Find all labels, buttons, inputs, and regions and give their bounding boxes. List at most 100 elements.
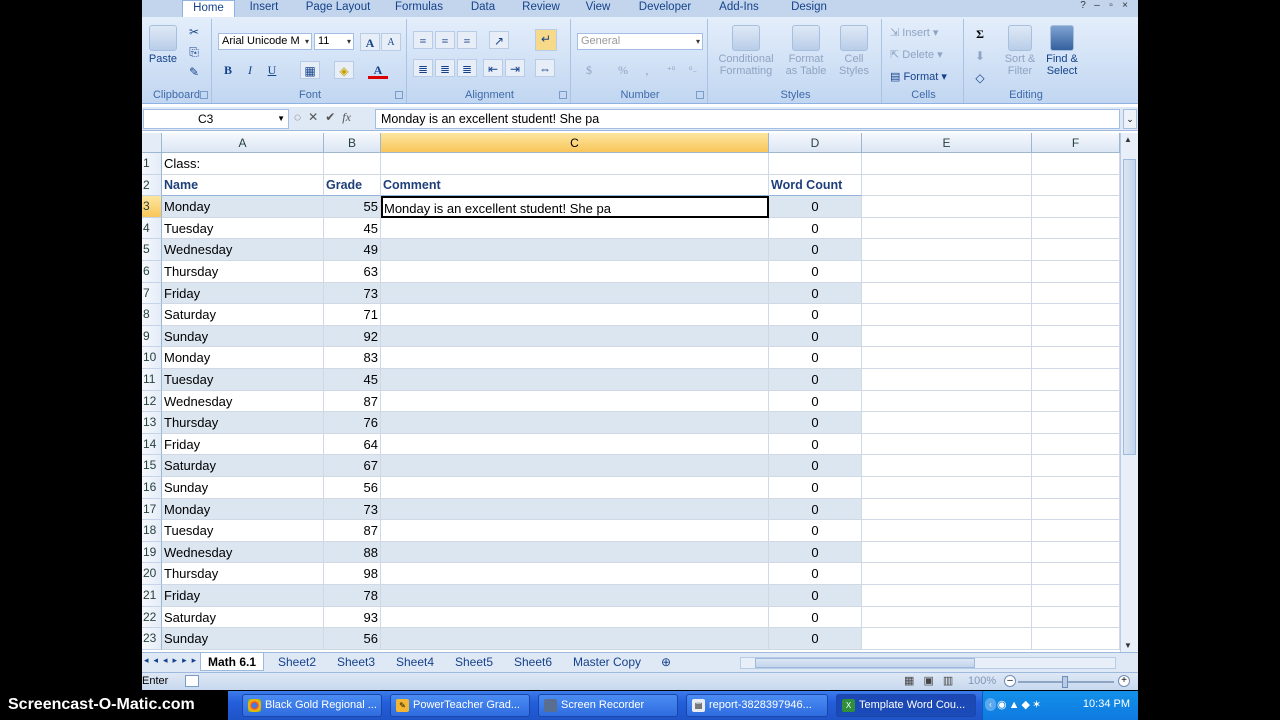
header-word-count[interactable]: Word Count <box>769 174 862 197</box>
cell-name[interactable]: Friday <box>162 282 324 305</box>
column-header-c[interactable]: C <box>381 133 769 153</box>
sheet-tab-sheet3[interactable]: Sheet3 <box>328 653 384 671</box>
row-header[interactable]: 21 <box>142 585 162 607</box>
empty-cell[interactable] <box>862 369 1032 391</box>
cell-f2[interactable] <box>1032 174 1120 197</box>
cell-grade[interactable]: 83 <box>324 347 381 369</box>
cell-comment[interactable] <box>381 498 769 521</box>
empty-cell[interactable] <box>862 477 1032 499</box>
row-header[interactable]: 2 <box>142 174 162 197</box>
cell-comment[interactable] <box>381 239 769 261</box>
cell-comment[interactable] <box>381 606 769 629</box>
fill-color-icon[interactable]: ◈ <box>334 61 354 79</box>
clipboard-launcher[interactable] <box>200 91 208 99</box>
empty-cell[interactable] <box>1032 455 1120 477</box>
font-name-combo[interactable]: Arial Unicode M ▾ <box>218 33 312 50</box>
empty-cell[interactable] <box>1032 412 1120 434</box>
cell-name[interactable]: Friday <box>162 433 324 456</box>
grow-font-button[interactable]: A <box>360 33 380 51</box>
column-header-f[interactable]: F <box>1032 133 1120 153</box>
cell-grade[interactable]: 87 <box>324 390 381 413</box>
tab-insert[interactable]: Insert <box>240 0 288 17</box>
cell-grade[interactable]: 55 <box>324 196 381 218</box>
row-header[interactable]: 4 <box>142 217 162 240</box>
empty-cell[interactable] <box>1032 520 1120 542</box>
sheet-tab-master-copy[interactable]: Master Copy <box>566 653 648 671</box>
italic-button[interactable]: I <box>240 61 260 79</box>
cell-comment[interactable] <box>381 282 769 305</box>
cell-name[interactable]: Saturday <box>162 455 324 477</box>
empty-cell[interactable] <box>1032 261 1120 283</box>
macro-record-icon[interactable] <box>185 675 199 687</box>
empty-cell[interactable] <box>1032 390 1120 413</box>
name-box[interactable]: C3 ▼ <box>143 109 289 129</box>
cell-grade[interactable]: 73 <box>324 498 381 521</box>
insert-sheet-icon[interactable]: ⊕ <box>656 653 676 671</box>
cell-comment[interactable] <box>381 520 769 542</box>
select-all-corner[interactable] <box>142 133 162 153</box>
active-cell[interactable]: Monday is an excellent student! She pa <box>381 196 769 218</box>
function-dropdown-icon[interactable]: ◌ <box>294 110 301 124</box>
cell-count[interactable]: 0 <box>769 433 862 456</box>
column-header-a[interactable]: A <box>162 133 324 153</box>
row-header[interactable]: 18 <box>142 520 162 542</box>
shrink-font-button[interactable]: A <box>381 33 401 51</box>
row-header[interactable]: 11 <box>142 369 162 391</box>
empty-cell[interactable] <box>862 520 1032 542</box>
empty-cell[interactable] <box>862 433 1032 456</box>
empty-cell[interactable] <box>862 217 1032 240</box>
align-right-icon[interactable]: ≣ <box>457 59 477 77</box>
increase-decimal-icon[interactable]: ⁺⁰ <box>661 61 681 79</box>
format-as-table-button[interactable]: Format as Table <box>782 25 830 77</box>
align-top-icon[interactable]: ≡ <box>413 31 433 49</box>
cell-grade[interactable]: 45 <box>324 217 381 240</box>
empty-cell[interactable] <box>1032 369 1120 391</box>
row-header[interactable]: 10 <box>142 347 162 369</box>
cell-comment[interactable] <box>381 217 769 240</box>
cell-a1[interactable]: Class: <box>162 153 324 175</box>
cell-count[interactable]: 0 <box>769 498 862 521</box>
percent-button[interactable]: % <box>613 61 633 79</box>
scroll-down-icon[interactable]: ▼ <box>1124 641 1132 650</box>
find-select-button[interactable]: Find & Select <box>1042 25 1082 77</box>
row-header[interactable]: 17 <box>142 498 162 521</box>
align-center-icon[interactable]: ≣ <box>435 59 455 77</box>
cell-name[interactable]: Saturday <box>162 304 324 326</box>
cell-name[interactable]: Thursday <box>162 412 324 434</box>
row-header[interactable]: 19 <box>142 541 162 564</box>
cell-count[interactable]: 0 <box>769 455 862 477</box>
empty-cell[interactable] <box>1032 433 1120 456</box>
tab-review[interactable]: Review <box>516 0 566 17</box>
delete-cells-button[interactable]: ⇱ Delete ▾ <box>890 49 943 61</box>
cell-count[interactable]: 0 <box>769 585 862 607</box>
cell-count[interactable]: 0 <box>769 325 862 348</box>
row-header[interactable]: 20 <box>142 563 162 585</box>
cell-count[interactable]: 0 <box>769 412 862 434</box>
cell-d1[interactable] <box>769 153 862 175</box>
cell-comment[interactable] <box>381 325 769 348</box>
cell-name[interactable]: Tuesday <box>162 369 324 391</box>
empty-cell[interactable] <box>862 261 1032 283</box>
sheet-tab-math-6-1[interactable]: Math 6.1 <box>200 653 264 671</box>
cell-count[interactable]: 0 <box>769 477 862 499</box>
cell-name[interactable]: Wednesday <box>162 390 324 413</box>
tab-design[interactable]: Design <box>782 0 836 17</box>
tray-icons[interactable]: ◉▲◆✶ <box>997 698 1043 711</box>
cell-count[interactable]: 0 <box>769 304 862 326</box>
cell-count[interactable]: 0 <box>769 239 862 261</box>
header-name[interactable]: Name <box>162 174 324 197</box>
empty-cell[interactable] <box>862 585 1032 607</box>
cell-count[interactable]: 0 <box>769 563 862 585</box>
align-bottom-icon[interactable]: ≡ <box>457 31 477 49</box>
cell-comment[interactable] <box>381 261 769 283</box>
row-header[interactable]: 1 <box>142 153 162 175</box>
row-header[interactable]: 6 <box>142 261 162 283</box>
cell-count[interactable]: 0 <box>769 628 862 650</box>
row-header[interactable]: 14 <box>142 433 162 456</box>
cell-b1[interactable] <box>324 153 381 175</box>
number-format-combo[interactable]: General ▾ <box>577 33 703 50</box>
decrease-indent-icon[interactable]: ⇤ <box>483 59 503 77</box>
horizontal-scroll-thumb[interactable] <box>755 658 975 668</box>
sort-filter-button[interactable]: Sort & Filter <box>1000 25 1040 77</box>
show-hidden-icons-icon[interactable]: ‹ <box>985 698 996 711</box>
